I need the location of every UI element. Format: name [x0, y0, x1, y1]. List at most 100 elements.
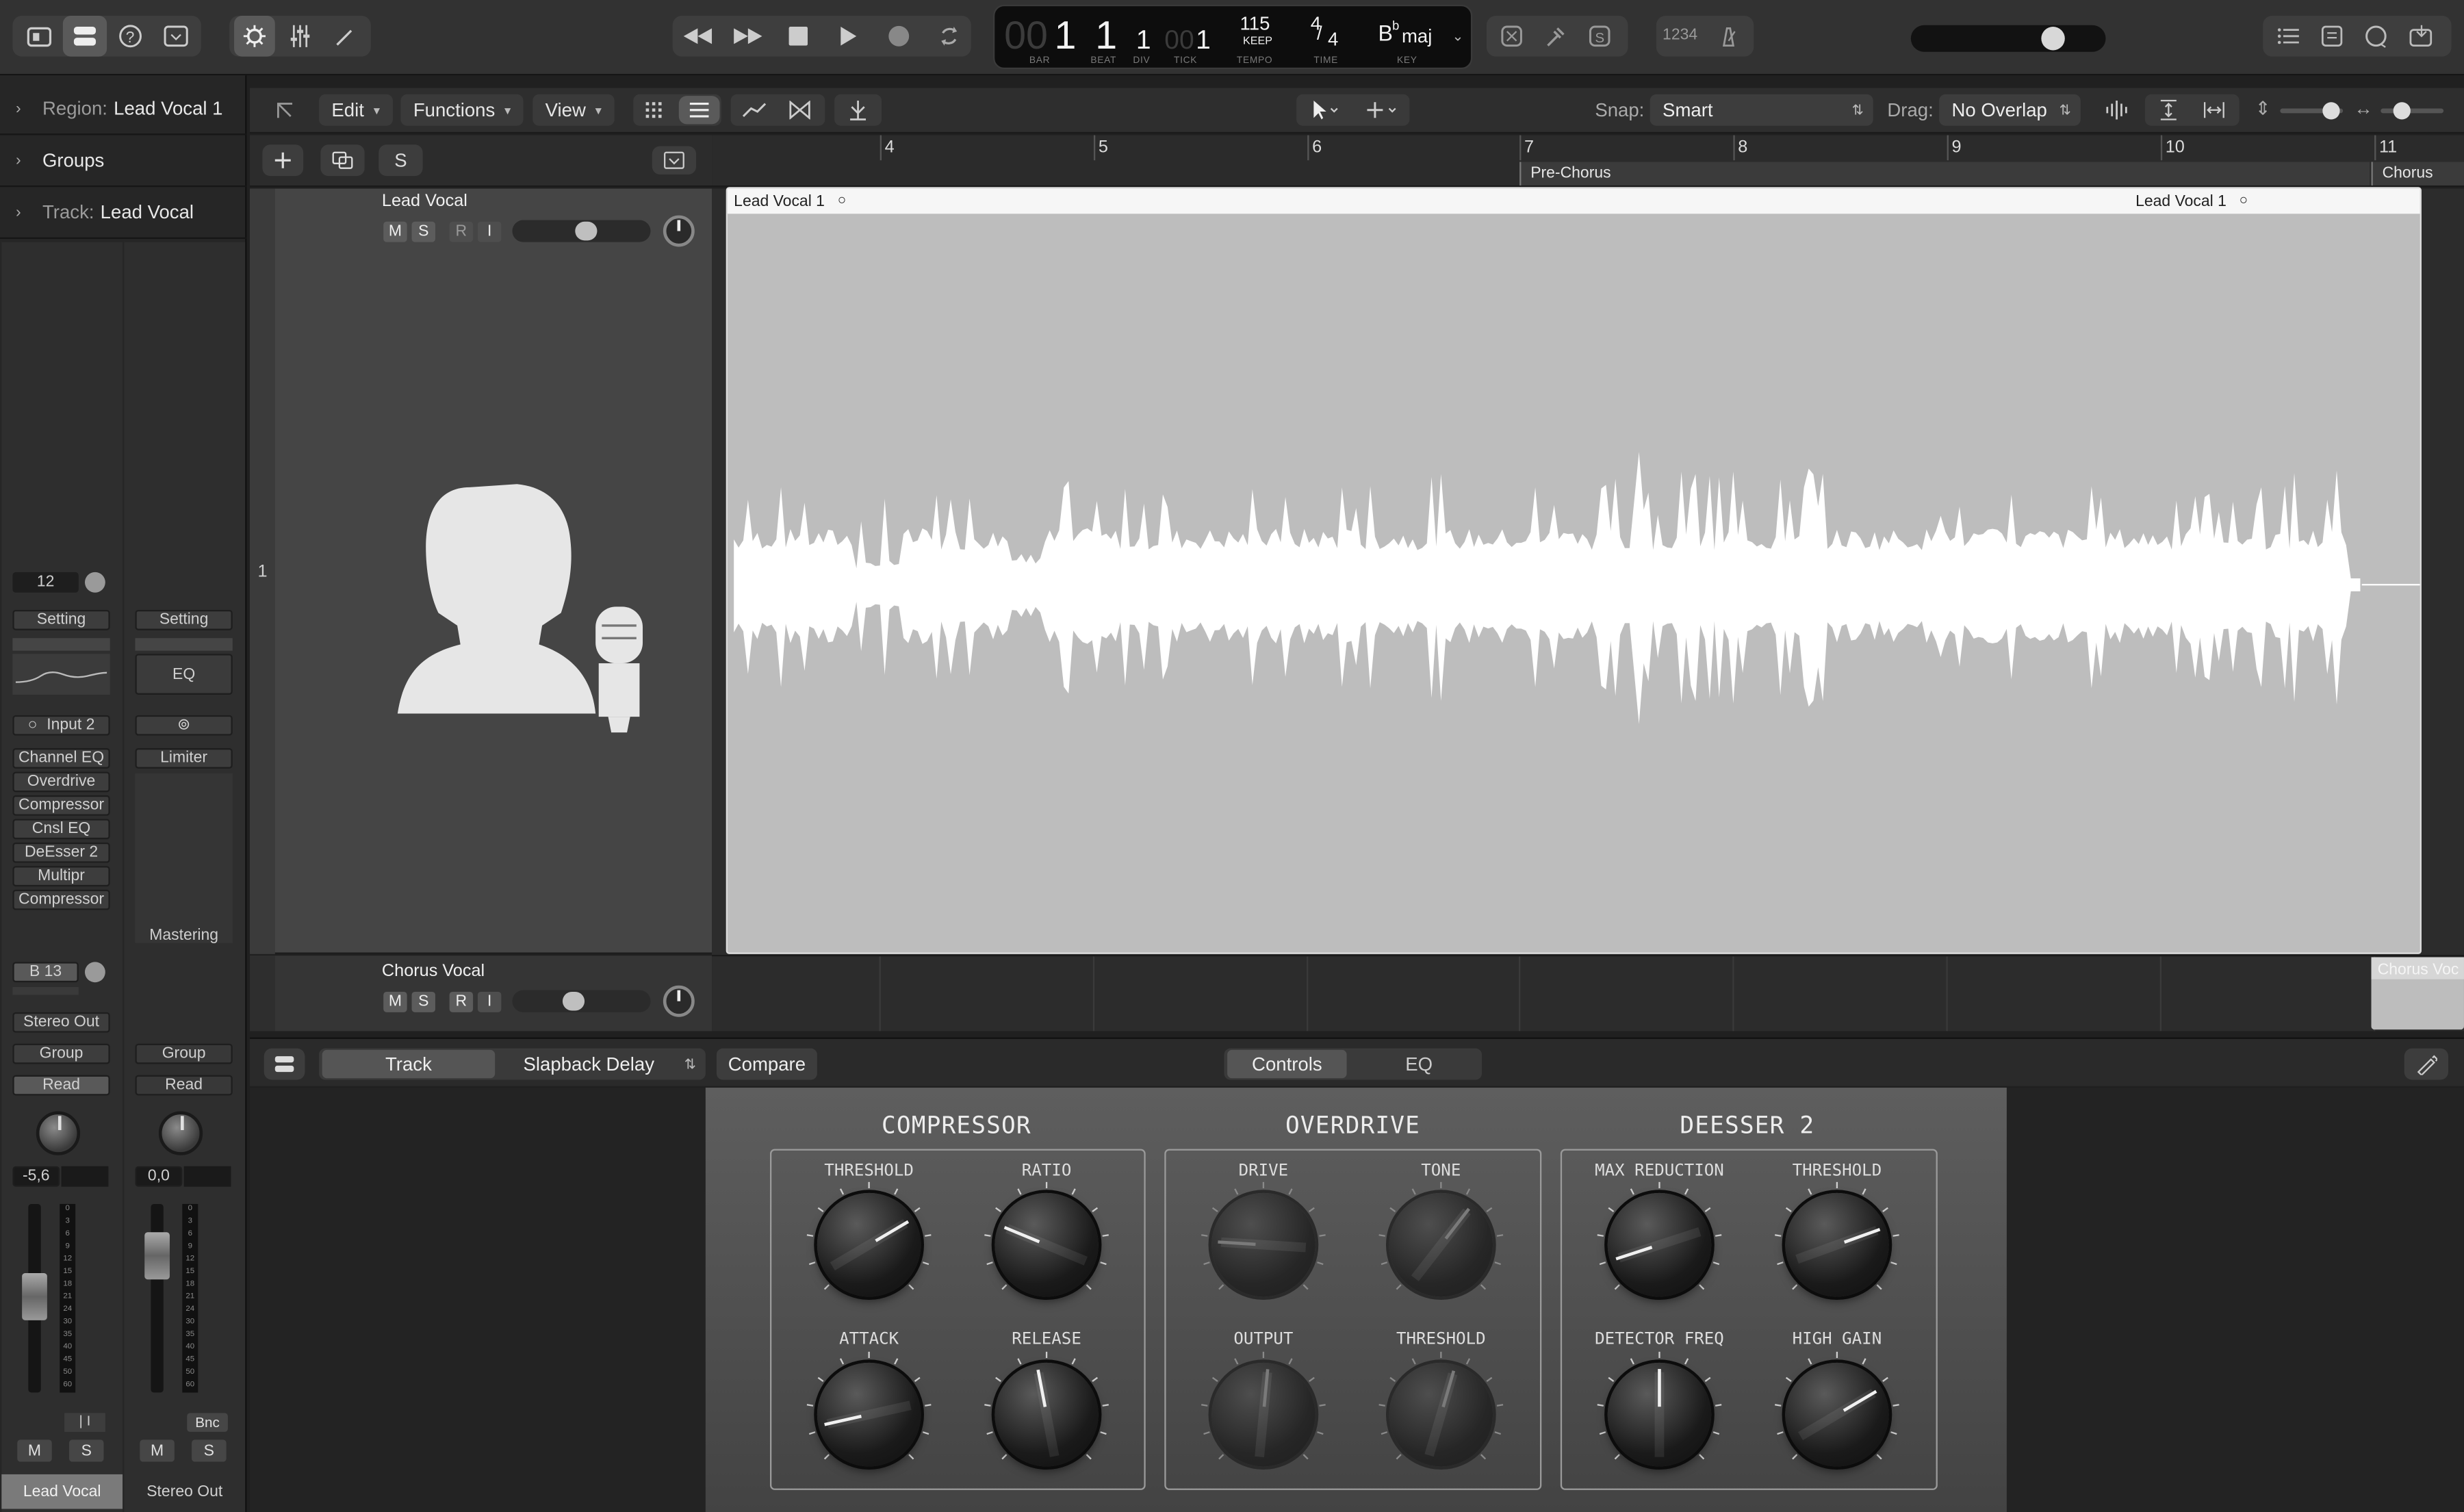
waveform-zoom-button[interactable] — [2096, 94, 2138, 126]
region-header[interactable]: Lead Vocal 1 ○ Lead Vocal 1 ○ — [728, 188, 2420, 214]
duplicate-track-button[interactable] — [320, 144, 365, 177]
count-in-button[interactable]: 1234 — [1663, 27, 1697, 44]
plugin-slot[interactable]: Cnsl EQ — [12, 819, 110, 840]
solo-mode-button[interactable]: S — [1581, 16, 1619, 57]
automation-button[interactable] — [734, 96, 775, 124]
automation-mode[interactable]: Read — [135, 1075, 233, 1096]
send-empty-slot[interactable] — [12, 987, 79, 995]
setting-button[interactable]: Setting — [12, 609, 110, 630]
stop-button[interactable] — [776, 16, 820, 57]
plugin-slot[interactable]: Overdrive — [12, 771, 110, 793]
vertical-zoom-slider[interactable] — [2280, 102, 2344, 120]
input-monitor-button[interactable]: I — [477, 991, 502, 1012]
catch-playhead-button[interactable] — [652, 146, 697, 175]
toolbar-button[interactable] — [154, 16, 198, 57]
plugin-slot[interactable]: Compressor — [12, 889, 110, 910]
solo-button[interactable]: S — [192, 1439, 227, 1462]
groups-disclosure[interactable]: › Groups — [0, 135, 247, 188]
eq-tab[interactable]: EQ — [1359, 1050, 1478, 1078]
track-inspector-disclosure[interactable]: › Track: Lead Vocal — [0, 187, 247, 240]
mute-button[interactable]: M — [17, 1439, 52, 1462]
functions-menu[interactable]: Functions ▾ — [400, 94, 524, 126]
input-monitor-button[interactable]: | I — [64, 1413, 105, 1432]
metronome-button[interactable] — [1710, 16, 1747, 57]
rewind-button[interactable] — [676, 16, 719, 57]
global-solo-button[interactable]: S — [378, 144, 423, 177]
track-volume-knob[interactable] — [574, 221, 597, 241]
forward-button[interactable] — [726, 16, 770, 57]
patch-select[interactable]: Slapback Delay ⇅ — [504, 1050, 702, 1078]
view-menu[interactable]: View ▾ — [532, 94, 615, 126]
track-name[interactable]: Lead Vocal — [382, 192, 467, 210]
browser-button[interactable] — [2401, 16, 2445, 57]
lcd-menu-chevron-icon[interactable]: ⌄ — [1452, 28, 1463, 45]
track-tab[interactable]: Track — [322, 1049, 496, 1079]
track-name[interactable]: Chorus Vocal — [382, 962, 485, 981]
list-editors-button[interactable] — [2269, 16, 2307, 57]
grid-view-button[interactable] — [637, 96, 674, 124]
horizontal-fit-button[interactable] — [2194, 96, 2235, 124]
track-pan-knob[interactable] — [663, 215, 695, 247]
inspector-button[interactable] — [62, 15, 107, 57]
volume-readout[interactable]: -5,6 — [12, 1166, 60, 1187]
ruler[interactable]: 4 5 6 7 8 9 10 11 Pre-Chorus Chorus — [712, 135, 2464, 188]
solo-button[interactable]: S — [411, 221, 435, 242]
play-button[interactable] — [827, 16, 871, 57]
secondary-tool-menu[interactable] — [1356, 96, 1406, 124]
knob-output[interactable] — [1211, 1362, 1316, 1467]
edit-menu[interactable]: Edit ▾ — [319, 94, 393, 126]
link-slot[interactable]: ⊚ — [135, 715, 233, 736]
send-slot[interactable]: B 13 — [12, 962, 79, 983]
volume-readout[interactable]: 0,0 — [135, 1166, 183, 1187]
group-slot[interactable]: Group — [135, 1043, 233, 1064]
plugin-slot[interactable]: Compressor — [12, 795, 110, 816]
output-slot[interactable]: Stereo Out — [12, 1012, 110, 1033]
mute-button[interactable]: M — [140, 1439, 175, 1462]
flex-button[interactable] — [780, 96, 821, 124]
record-enable-button[interactable]: R — [449, 221, 474, 242]
knob-threshold[interactable] — [1389, 1362, 1493, 1467]
mixer-button[interactable] — [280, 16, 321, 57]
library-button[interactable] — [19, 16, 60, 57]
smart-controls-button[interactable] — [234, 15, 275, 57]
audio-region-lead-vocal-1[interactable]: Lead Vocal 1 ○ Lead Vocal 1 ○ — [726, 187, 2422, 954]
input-slot[interactable]: ○ Input 2 — [12, 715, 110, 736]
eq-thumbnail[interactable]: EQ — [135, 654, 233, 695]
region-inspector-disclosure[interactable]: › Region: Lead Vocal 1 — [0, 84, 247, 136]
plugin-slot-limiter[interactable]: Limiter — [135, 748, 233, 769]
cycle-button[interactable] — [927, 16, 971, 57]
plugin-slot[interactable]: DeEsser 2 — [12, 842, 110, 863]
knob-drive[interactable] — [1211, 1192, 1316, 1297]
record-enable-button[interactable]: R — [449, 991, 474, 1012]
track-volume-knob[interactable] — [563, 991, 585, 1011]
audio-region-chorus-vocal[interactable]: Chorus Voc — [2371, 957, 2464, 1030]
mute-button[interactable]: M — [383, 991, 407, 1012]
setting-button[interactable]: Setting — [135, 609, 233, 630]
pointer-tool-menu[interactable] — [1300, 96, 1350, 124]
master-volume-slider[interactable] — [1910, 25, 2106, 52]
strip-name[interactable]: Lead Vocal — [1, 1474, 123, 1509]
input-monitor-button[interactable]: I — [477, 221, 502, 242]
empty-plugin-area[interactable] — [135, 773, 233, 943]
plugin-slot[interactable]: Channel EQ — [12, 748, 110, 769]
solo-button[interactable]: S — [411, 991, 435, 1012]
eq-thumbnail[interactable] — [12, 654, 110, 695]
strip-name[interactable]: Stereo Out — [124, 1474, 245, 1509]
track-pan-knob[interactable] — [663, 985, 695, 1017]
automation-mode[interactable]: Read — [12, 1075, 110, 1096]
drag-select[interactable]: No Overlap ⇅ — [1939, 94, 2081, 126]
knob-max-reduction[interactable] — [1607, 1192, 1712, 1297]
pan-knob[interactable] — [36, 1111, 81, 1155]
track-header-lead-vocal[interactable]: 1 Lead Vocal M S R I — [250, 188, 713, 954]
knob-threshold[interactable] — [817, 1192, 921, 1297]
horizontal-zoom-slider[interactable] — [2380, 102, 2444, 120]
vertical-fit-button[interactable] — [2148, 96, 2189, 124]
compare-button[interactable]: Compare — [716, 1048, 817, 1080]
marker-pre-chorus[interactable]: Pre-Chorus — [1519, 162, 2370, 185]
snap-select[interactable]: Smart ⇅ — [1650, 94, 1873, 126]
lcd-display[interactable]: 00 1 BAR 1 BEAT 1 DIV 00 1 TICK 115 KEEP… — [993, 4, 1473, 70]
replace-button[interactable] — [1493, 16, 1530, 57]
marker-chorus[interactable]: Chorus — [2371, 162, 2464, 185]
inspector-toggle-button[interactable] — [264, 1048, 305, 1080]
plugin-slot[interactable]: Multipr — [12, 866, 110, 887]
